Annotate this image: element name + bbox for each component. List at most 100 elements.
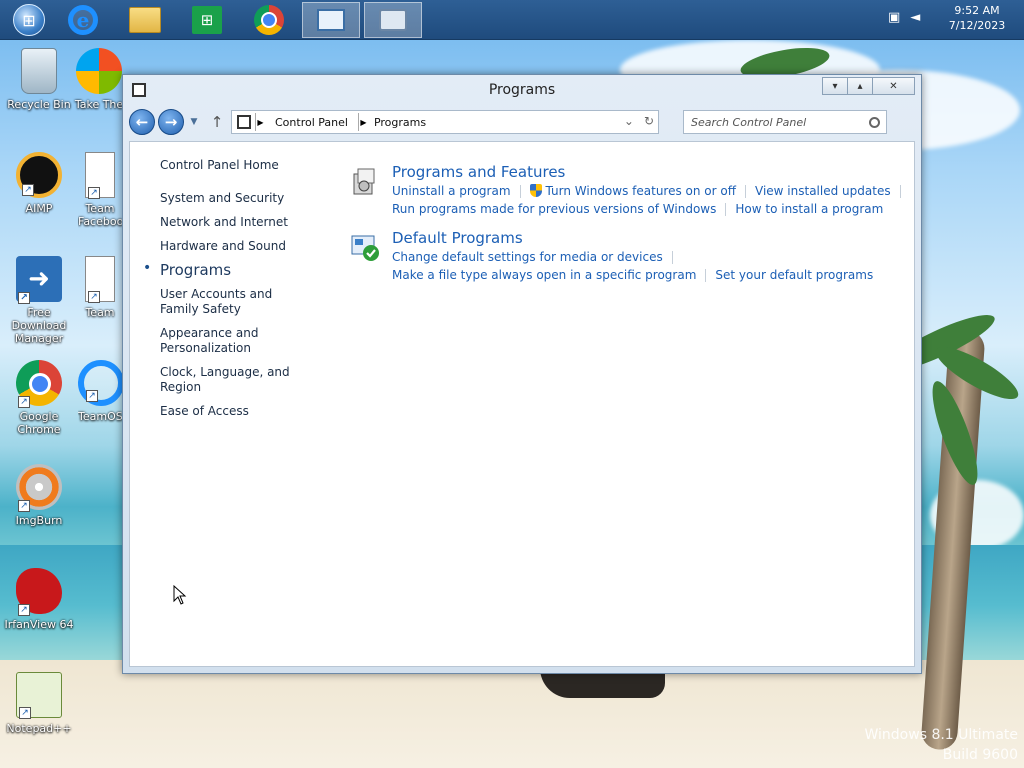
window-controls: ▾ ▴ ✕ bbox=[822, 77, 915, 95]
sidebar: Control Panel Home System and Security N… bbox=[130, 142, 340, 428]
network-disconnected-icon[interactable]: ▣ bbox=[888, 10, 900, 25]
sidebar-item-appearance[interactable]: Appearance and Personalization bbox=[160, 326, 270, 356]
how-to-install-link[interactable]: How to install a program bbox=[735, 202, 883, 216]
recent-locations-chevron-icon[interactable]: ▼ bbox=[187, 117, 201, 127]
taskbar: ⊞ e ⊞ ▣ ◄ 9:52 AM 7/12/2023 bbox=[0, 0, 1024, 40]
taskbar-store[interactable]: ⊞ bbox=[178, 2, 236, 38]
sidebar-item-clock-language-region[interactable]: Clock, Language, and Region bbox=[160, 365, 330, 395]
watermark-build: Build 9600 bbox=[942, 747, 1018, 763]
programs-and-features-title[interactable]: Programs and Features bbox=[392, 163, 565, 182]
link-separator bbox=[899, 185, 901, 198]
main-panel: Programs and Features Uninstall a progra… bbox=[350, 162, 901, 294]
clock-date: 7/12/2023 bbox=[948, 19, 1006, 32]
store-icon: ⊞ bbox=[192, 6, 222, 34]
desktop-icon-label: IrfanView 64 bbox=[4, 618, 74, 631]
set-default-programs-link[interactable]: Set your default programs bbox=[715, 268, 873, 282]
address-bar[interactable]: ▶ Control Panel ▶ Programs ⌄ ↻ bbox=[231, 110, 659, 134]
breadcrumb-control-panel[interactable]: Control Panel bbox=[275, 116, 348, 129]
clock[interactable]: 9:52 AM 7/12/2023 bbox=[942, 3, 1012, 33]
link-separator bbox=[519, 185, 521, 198]
internet-explorer-icon: ↗ bbox=[78, 360, 122, 406]
breadcrumb-separator-icon[interactable]: ▶ bbox=[357, 113, 368, 131]
taskbar-on-screen-keyboard[interactable] bbox=[364, 2, 422, 38]
sidebar-item-system-and-security[interactable]: System and Security bbox=[160, 191, 330, 206]
programs-and-features-section: Programs and Features Uninstall a progra… bbox=[350, 162, 901, 218]
uninstall-program-link[interactable]: Uninstall a program bbox=[392, 184, 511, 198]
run-older-programs-link[interactable]: Run programs made for previous versions … bbox=[392, 202, 716, 216]
file-type-association-link[interactable]: Make a file type always open in a specif… bbox=[392, 268, 696, 282]
maximize-button[interactable]: ▴ bbox=[847, 77, 873, 95]
search-icon[interactable] bbox=[869, 116, 880, 128]
default-programs-section: Default Programs Change default settings… bbox=[350, 228, 900, 284]
mouse-pointer-icon bbox=[173, 585, 187, 605]
volume-muted-icon[interactable]: ◄ bbox=[910, 10, 920, 25]
forward-button[interactable]: → bbox=[158, 109, 184, 135]
clock-time: 9:52 AM bbox=[954, 4, 1000, 17]
shortcut-arrow-icon: ↗ bbox=[18, 396, 30, 408]
windows-logo-icon bbox=[76, 48, 122, 94]
control-panel-icon bbox=[237, 115, 251, 129]
sidebar-item-ease-of-access[interactable]: Ease of Access bbox=[160, 404, 330, 419]
autoplay-settings-link[interactable]: Change default settings for media or dev… bbox=[392, 250, 663, 264]
shortcut-arrow-icon: ↗ bbox=[88, 187, 100, 199]
desktop-icon-irfanview[interactable]: ↗ IrfanView 64 bbox=[0, 568, 78, 631]
shortcut-arrow-icon: ↗ bbox=[22, 184, 34, 196]
breadcrumb-programs[interactable]: Programs bbox=[374, 116, 426, 129]
start-button[interactable]: ⊞ bbox=[0, 2, 58, 38]
shortcut-arrow-icon: ↗ bbox=[18, 292, 30, 304]
address-bar-actions: ⌄ ↻ bbox=[624, 114, 654, 128]
watermark-edition: Windows 8.1 Ultimate bbox=[864, 727, 1019, 743]
refresh-icon[interactable]: ↻ bbox=[644, 114, 654, 128]
desktop-icon-label: Free Download Manager bbox=[11, 306, 67, 345]
default-programs-title[interactable]: Default Programs bbox=[392, 229, 523, 248]
imgburn-icon: ↗ bbox=[16, 464, 62, 512]
breadcrumb-separator-icon[interactable]: ▶ bbox=[255, 113, 265, 131]
taskbar-file-explorer[interactable] bbox=[116, 2, 174, 38]
minimize-button[interactable]: ▾ bbox=[822, 77, 848, 95]
sidebar-control-panel-home[interactable]: Control Panel Home bbox=[160, 158, 330, 173]
shortcut-arrow-icon: ↗ bbox=[19, 707, 31, 719]
link-row: Change default settings for media or dev… bbox=[392, 248, 900, 266]
desktop-icon-take-the[interactable]: Take The bbox=[72, 48, 126, 111]
desktop-icon-aimp[interactable]: ↗ AIMP bbox=[0, 152, 78, 215]
internet-explorer-icon: e bbox=[68, 5, 98, 35]
close-button[interactable]: ✕ bbox=[872, 77, 915, 95]
desktop-icon-notepad-plus-plus[interactable]: ↗ Notepad++ bbox=[0, 672, 78, 735]
chrome-icon: ↗ bbox=[16, 360, 62, 408]
window-title: Programs bbox=[488, 82, 556, 98]
taskbar-chrome[interactable] bbox=[240, 2, 298, 38]
link-row: Run programs made for previous versions … bbox=[392, 200, 900, 218]
search-input[interactable] bbox=[691, 115, 865, 129]
desktop-icon-imgburn[interactable]: ↗ ImgBurn bbox=[0, 464, 78, 527]
up-arrow-icon[interactable]: ↑ bbox=[207, 113, 227, 131]
os-watermark: Windows 8.1 Ultimate Build 9600 bbox=[865, 725, 1019, 765]
sidebar-item-hardware-and-sound[interactable]: Hardware and Sound bbox=[160, 239, 330, 254]
taskbar-control-panel[interactable] bbox=[302, 2, 360, 38]
link-separator bbox=[745, 185, 747, 198]
view-installed-updates-link[interactable]: View installed updates bbox=[755, 184, 891, 198]
taskbar-internet-explorer[interactable]: e bbox=[54, 2, 112, 38]
sidebar-item-network-and-internet[interactable]: Network and Internet bbox=[160, 215, 330, 230]
desktop-icon-label: Team Faceboo bbox=[78, 202, 122, 228]
title-bar[interactable]: Programs ▾ ▴ ✕ bbox=[123, 75, 921, 103]
notepad-plus-plus-icon: ↗ bbox=[16, 672, 62, 719]
desktop-icon-free-download-manager[interactable]: ➜ ↗ Free Download Manager bbox=[0, 256, 78, 345]
desktop-icon-label: Notepad++ bbox=[6, 722, 72, 735]
desktop-icon-label: Take The bbox=[74, 98, 124, 111]
desktop-icon-teamos[interactable]: ↗ TeamOS bbox=[78, 360, 122, 423]
desktop-icon-recycle-bin[interactable]: Recycle Bin bbox=[0, 48, 78, 111]
desktop-icon-team[interactable]: ↗ Team bbox=[78, 256, 122, 319]
link-separator bbox=[725, 203, 727, 216]
address-dropdown-chevron-icon[interactable]: ⌄ bbox=[624, 114, 634, 128]
irfanview-icon: ↗ bbox=[16, 568, 62, 616]
desktop-icon-label: ImgBurn bbox=[15, 514, 63, 527]
sidebar-item-user-accounts[interactable]: User Accounts and Family Safety bbox=[160, 287, 310, 317]
desktop-icon-team-facebook[interactable]: ↗ Team Faceboo bbox=[78, 152, 122, 228]
windows-features-link[interactable]: Turn Windows features on or off bbox=[546, 184, 737, 198]
link-row: Make a file type always open in a specif… bbox=[392, 266, 900, 284]
back-button[interactable]: ← bbox=[129, 109, 155, 135]
desktop-icon-google-chrome[interactable]: ↗ Google Chrome bbox=[0, 360, 78, 436]
aimp-icon: ↗ bbox=[16, 152, 62, 198]
sidebar-item-programs: Programs bbox=[143, 261, 330, 278]
desktop-icon-label: Google Chrome bbox=[17, 410, 61, 436]
